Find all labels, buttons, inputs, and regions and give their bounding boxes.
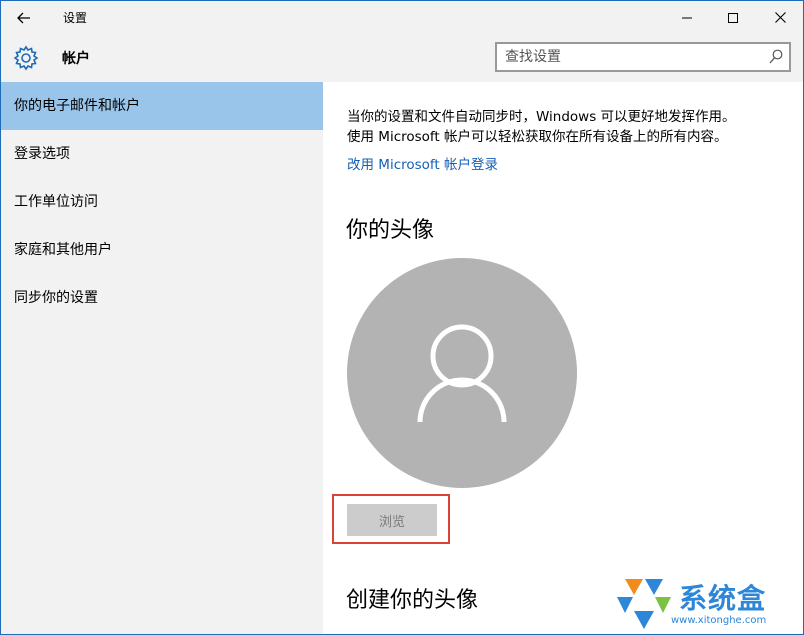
sidebar-item-sign-in-options[interactable]: 登录选项 [1,130,323,178]
avatar-section-title: 你的头像 [346,218,435,243]
sidebar-item-family-users[interactable]: 家庭和其他用户 [1,226,323,274]
description-line-2: 使用 Microsoft 帐户可以轻松获取你在所有设备上的所有内容。 [347,129,728,145]
maximize-icon [728,12,738,23]
title-bar: 设置 [1,1,803,34]
sidebar-item-label: 你的电子邮件和帐户 [14,98,140,114]
description-line-1: 当你的设置和文件自动同步时，Windows 可以更好地发挥作用。 [347,109,736,125]
sidebar-item-label: 工作单位访问 [14,194,98,210]
sidebar-item-label: 家庭和其他用户 [14,242,112,258]
window-title: 设置 [63,11,88,25]
sidebar-item-label: 同步你的设置 [14,290,98,306]
page-title: 帐户 [62,51,90,67]
gear-icon [13,45,39,71]
search-input[interactable] [505,47,755,67]
search-bar-area [323,34,803,82]
maximize-button[interactable] [710,1,756,34]
sidebar-item-label: 登录选项 [14,146,70,162]
sync-description: 当你的设置和文件自动同步时，Windows 可以更好地发挥作用。 使用 Micr… [347,107,787,147]
settings-window: 设置 帐户 你的电子邮件和帐户 登录选项 工作单位访问 家庭和其他用户 同步你的… [0,0,804,635]
search-icon[interactable] [769,49,783,65]
back-button[interactable] [9,4,39,32]
sidebar: 帐户 你的电子邮件和帐户 登录选项 工作单位访问 家庭和其他用户 同步你的设置 [1,34,323,634]
close-button[interactable] [757,1,803,34]
browse-button[interactable]: 浏览 [347,504,437,536]
main-content: 当你的设置和文件自动同步时，Windows 可以更好地发挥作用。 使用 Micr… [323,82,803,634]
create-avatar-title: 创建你的头像 [346,588,479,613]
sidebar-item-email-accounts[interactable]: 你的电子邮件和帐户 [1,82,323,130]
minimize-icon [682,17,692,18]
minimize-button[interactable] [664,1,710,34]
watermark-logo: 系统盒 www.xitonghe.com [611,573,801,633]
watermark-logo-icon [617,579,671,629]
user-avatar-icon [347,258,577,488]
sidebar-item-sync-settings[interactable]: 同步你的设置 [1,274,323,322]
sidebar-item-work-access[interactable]: 工作单位访问 [1,178,323,226]
back-arrow-icon [17,12,30,24]
close-icon [774,12,786,23]
watermark-brand: 系统盒 [679,582,767,615]
microsoft-login-link[interactable]: 改用 Microsoft 帐户登录 [347,153,498,173]
watermark-url: www.xitonghe.com [671,615,767,626]
search-box[interactable] [495,42,791,72]
